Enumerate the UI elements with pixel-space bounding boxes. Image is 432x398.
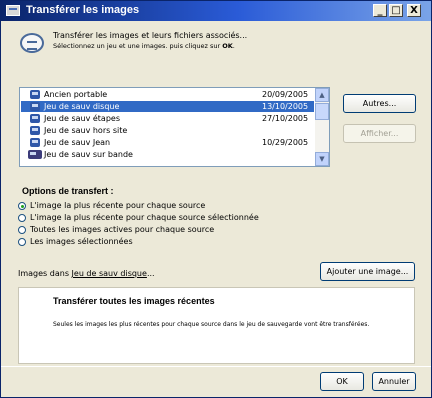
window-icon [6, 5, 20, 16]
list-item[interactable]: Jeu de sauv disque 13/10/2005 [21, 101, 314, 112]
list-scrollbar[interactable]: ▲ ▼ [315, 88, 329, 166]
images-in-set-label: Images dans Jeu de sauv disque... [18, 269, 155, 278]
disk-icon [30, 114, 40, 123]
disk-icon [30, 90, 40, 99]
divider [1, 366, 431, 367]
transfer-icon [20, 33, 44, 53]
scroll-thumb[interactable] [315, 103, 329, 120]
disk-icon [30, 138, 40, 147]
backup-set-link[interactable]: Jeu de sauv disque [72, 269, 147, 278]
intro-heading: Transférer les images et leurs fichiers … [53, 31, 248, 40]
list-item[interactable]: Ancien portable 20/09/2005 [21, 89, 314, 100]
backup-set-list[interactable]: Ancien portable 20/09/2005 Jeu de sauv d… [19, 87, 330, 167]
radio-button[interactable] [18, 226, 26, 234]
close-button[interactable]: X [407, 4, 421, 17]
list-item[interactable]: Jeu de sauv étapes 27/10/2005 [21, 113, 314, 124]
radio-button[interactable] [18, 202, 26, 210]
transfer-options-heading: Options de transfert : [22, 186, 114, 196]
disk-icon [30, 126, 40, 135]
list-item[interactable]: Jeu de sauv sur bande [21, 149, 314, 160]
tape-icon [28, 150, 42, 159]
radio-button[interactable] [18, 238, 26, 246]
list-item[interactable]: Jeu de sauv Jean 10/29/2005 [21, 137, 314, 148]
minimize-button[interactable]: _ [373, 4, 387, 17]
scroll-up-button[interactable]: ▲ [315, 88, 329, 102]
disk-icon [30, 102, 40, 111]
afficher-button[interactable]: Afficher... [343, 124, 416, 143]
intro-instruction: Sélectionnez un jeu et une images. puis … [53, 42, 235, 50]
cancel-button[interactable]: Annuler [372, 372, 416, 391]
add-image-button[interactable]: Ajouter une image... [320, 262, 415, 281]
autres-button[interactable]: Autres... [343, 94, 416, 113]
list-item[interactable]: Jeu de sauv hors site [21, 125, 314, 136]
transfer-images-dialog: Transférer les images _ □ X Transférer l… [0, 0, 432, 398]
description-panel: Transférer toutes les images récentes Se… [18, 287, 415, 364]
ok-button[interactable]: OK [320, 372, 364, 391]
title-bar[interactable]: Transférer les images _ □ X [1, 1, 431, 21]
radio-button[interactable] [18, 214, 26, 222]
scroll-down-button[interactable]: ▼ [315, 152, 329, 166]
window-title: Transférer les images [26, 4, 140, 16]
maximize-button[interactable]: □ [389, 4, 403, 17]
description-title: Transférer toutes les images récentes [53, 296, 215, 306]
description-text: Seules les images les plus récentes pour… [53, 321, 370, 328]
